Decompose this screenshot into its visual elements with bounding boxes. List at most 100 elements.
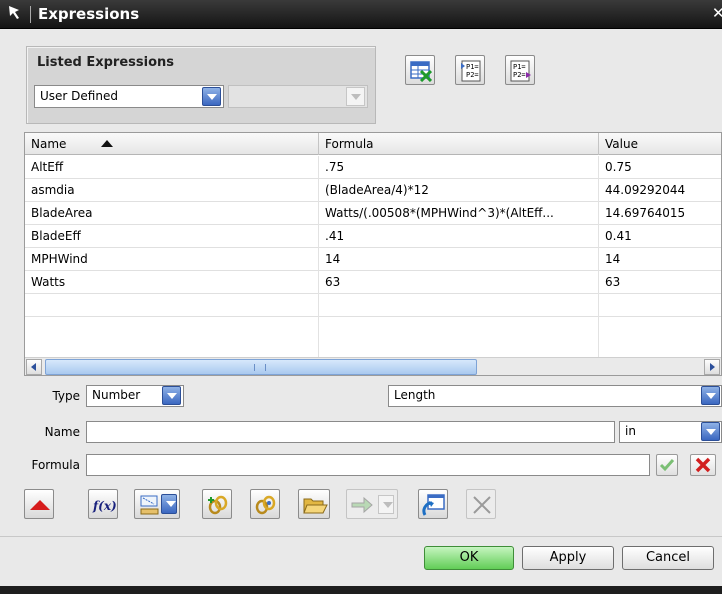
chevron-down-icon[interactable]	[701, 422, 720, 441]
apply-button[interactable]: Apply	[522, 546, 614, 570]
function-button[interactable]: f(x)	[88, 489, 118, 519]
column-header-name[interactable]: Name	[25, 133, 319, 155]
red-x-icon	[695, 457, 711, 473]
cell-name: BladeArea	[25, 202, 319, 225]
cell-value: 44.09292044	[599, 179, 721, 202]
chevron-down-icon	[346, 87, 365, 106]
table-row[interactable]: Watts 63 63	[25, 271, 721, 294]
create-expression-button[interactable]	[418, 489, 448, 519]
cell-empty	[25, 317, 319, 357]
cell-formula: .41	[319, 225, 599, 248]
cell-empty	[25, 294, 319, 317]
p1-text: P1=	[466, 63, 479, 71]
sort-ascending-icon	[101, 140, 113, 147]
export-to-spreadsheet-icon	[410, 61, 432, 82]
window-bottom-edge	[0, 586, 722, 594]
chevron-down-icon[interactable]	[162, 386, 181, 405]
scroll-right-icon[interactable]	[704, 359, 720, 375]
measure-button[interactable]	[134, 489, 180, 519]
name-field[interactable]	[86, 421, 615, 443]
cell-value: 0.41	[599, 225, 721, 248]
chevron-down-icon[interactable]	[161, 494, 177, 514]
p2-text: P2=	[513, 71, 526, 79]
listed-expressions-group: Listed Expressions User Defined	[26, 46, 376, 124]
expressions-table: Name Formula Value AltEff .75 0.75 asmdi…	[24, 132, 722, 376]
create-expression-icon	[422, 494, 445, 516]
chevron-down-icon	[378, 495, 394, 514]
dimension-dropdown[interactable]: Length	[388, 385, 722, 407]
unit-value: in	[625, 424, 636, 438]
cell-empty	[599, 317, 721, 357]
secondary-filter-dropdown	[228, 85, 368, 108]
cell-value: 14	[599, 248, 721, 271]
delete-expression-button	[466, 489, 496, 519]
title-separator	[30, 6, 31, 23]
export-to-spreadsheet-button[interactable]	[405, 55, 435, 85]
table-header: Name Formula Value	[25, 133, 721, 155]
name-label: Name	[44, 425, 80, 439]
list-references-button[interactable]: P1= P2=	[505, 55, 535, 85]
cell-name: Watts	[25, 271, 319, 294]
empty-row	[25, 317, 721, 357]
collapse-up-icon	[30, 500, 50, 510]
chevron-down-icon[interactable]	[202, 87, 221, 106]
ok-button[interactable]: OK	[424, 546, 514, 570]
reject-formula-button[interactable]	[690, 454, 716, 476]
p1-text: P1=	[513, 63, 526, 71]
interpart-button[interactable]	[250, 489, 280, 519]
open-folder-button[interactable]	[298, 489, 330, 519]
function-icon: f(x)	[92, 499, 116, 513]
cell-formula: 63	[319, 271, 599, 294]
cell-empty	[599, 294, 721, 317]
listed-filter-dropdown[interactable]: User Defined	[34, 85, 224, 108]
column-header-formula[interactable]: Formula	[319, 133, 599, 155]
list-references-icon: P1= P2=	[510, 60, 531, 82]
formula-label: Formula	[31, 458, 80, 472]
cell-name: BladeEff	[25, 225, 319, 248]
interpart-icon	[255, 495, 276, 515]
title-bar: Expressions ✕	[0, 0, 722, 29]
selection-arrow-icon	[7, 4, 25, 24]
cell-empty	[319, 294, 599, 317]
table-row[interactable]: AltEff .75 0.75	[25, 156, 721, 179]
footer-separator	[0, 536, 722, 537]
fx-text: f(x)	[92, 499, 116, 513]
table-row[interactable]: asmdia (BladeArea/4)*12 44.09292044	[25, 179, 721, 202]
close-icon[interactable]: ✕	[712, 4, 722, 22]
table-row[interactable]: BladeEff .41 0.41	[25, 225, 721, 248]
cancel-button[interactable]: Cancel	[622, 546, 714, 570]
delete-icon	[473, 496, 491, 514]
collapse-up-button[interactable]	[24, 489, 54, 519]
cell-formula: .75	[319, 156, 599, 179]
chevron-down-icon[interactable]	[701, 386, 720, 405]
type-label: Type	[52, 389, 80, 403]
list-expressions-icon: P1= P2=	[461, 60, 481, 82]
formula-field[interactable]	[86, 454, 650, 476]
cell-value: 14.69764015	[599, 202, 721, 225]
type-dropdown[interactable]: Number	[86, 385, 184, 407]
scroll-grip-icon	[254, 364, 266, 371]
link-icon	[208, 495, 228, 515]
column-header-value[interactable]: Value	[599, 133, 721, 155]
scrollbar-thumb[interactable]	[45, 359, 477, 375]
list-expressions-button[interactable]: P1= P2=	[455, 55, 485, 85]
cell-value: 63	[599, 271, 721, 294]
checkmark-icon	[659, 459, 675, 472]
listed-expressions-label: Listed Expressions	[37, 55, 174, 70]
horizontal-scrollbar[interactable]	[25, 357, 721, 375]
window-title: Expressions	[38, 5, 140, 23]
apply-arrow-icon	[351, 496, 373, 514]
unit-dropdown[interactable]: in	[619, 421, 722, 443]
type-value: Number	[92, 388, 141, 402]
cell-name: asmdia	[25, 179, 319, 202]
cell-value: 0.75	[599, 156, 721, 179]
open-folder-icon	[303, 498, 328, 514]
table-row[interactable]: BladeArea Watts/(.00508*(MPHWind^3)*(Alt…	[25, 202, 721, 225]
table-row[interactable]: MPHWind 14 14	[25, 248, 721, 271]
p2-text: P2=	[466, 71, 479, 79]
link-button[interactable]	[202, 489, 232, 519]
accept-formula-button[interactable]	[656, 454, 678, 476]
cell-name: MPHWind	[25, 248, 319, 271]
scroll-left-icon[interactable]	[26, 359, 42, 375]
empty-row	[25, 294, 721, 317]
